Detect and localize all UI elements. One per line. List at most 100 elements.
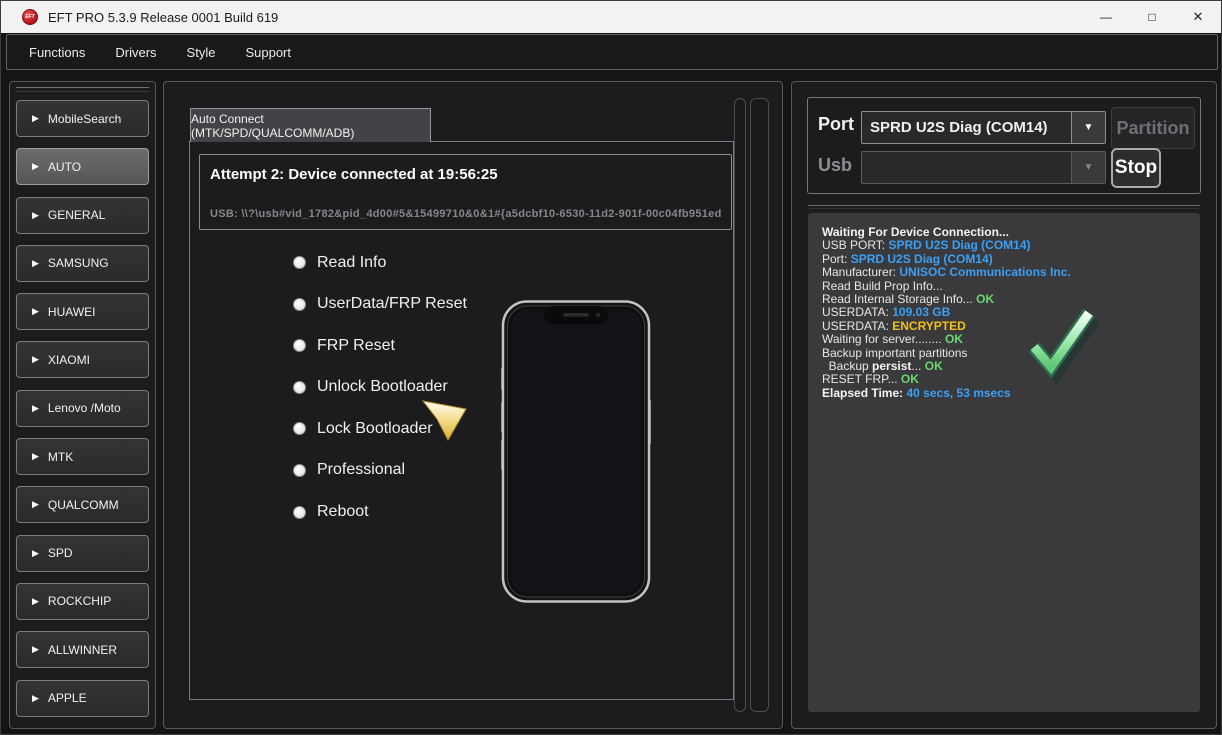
checkmark-icon: [1020, 300, 1102, 384]
log-segment: USB PORT:: [822, 238, 888, 252]
sidebar-item-qualcomm[interactable]: ▶QUALCOMM: [16, 486, 149, 523]
sidebar-item-mtk[interactable]: ▶MTK: [16, 438, 149, 475]
maximize-button[interactable]: □: [1129, 1, 1175, 33]
play-icon: ▶: [32, 403, 39, 414]
log-line: Backup important partitions: [822, 347, 1196, 360]
sidebar-item-apple[interactable]: ▶APPLE: [16, 680, 149, 717]
phone-illustration: [501, 300, 651, 603]
sidebar-list: ▶MobileSearch▶AUTO▶GENERAL▶SAMSUNG▶HUAWE…: [16, 100, 149, 717]
option-label: Unlock Bootloader: [317, 378, 448, 396]
stop-button[interactable]: Stop: [1111, 148, 1161, 188]
play-icon: ▶: [32, 693, 39, 704]
play-icon: ▶: [32, 644, 39, 655]
option-frp-reset[interactable]: FRP Reset: [293, 335, 467, 356]
log-segment: Port:: [822, 252, 851, 266]
attempt-status-text: Attempt 2: Device connected at 19:56:25: [200, 155, 731, 183]
panel-divider: [808, 205, 1200, 209]
log-segment: SPRD U2S Diag (COM14): [851, 252, 993, 266]
log-segment: 40 secs, 53 msecs: [906, 386, 1010, 400]
log-segment: Read Internal Storage Info...: [822, 292, 976, 306]
radio-icon[interactable]: [293, 464, 306, 477]
radio-icon[interactable]: [293, 422, 306, 435]
log-segment: OK: [945, 332, 963, 346]
sidebar-item-allwinner[interactable]: ▶ ALLWINNER: [16, 631, 149, 668]
sidebar-item-rockchip[interactable]: ▶ROCKCHIP: [16, 583, 149, 620]
radio-icon[interactable]: [293, 381, 306, 394]
log-segment: RESET FRP...: [822, 372, 901, 386]
log-segment: OK: [976, 292, 994, 306]
sidebar-item-label: ALLWINNER: [48, 643, 117, 657]
option-label: FRP Reset: [317, 337, 395, 355]
log-segment: SPRD U2S Diag (COM14): [888, 238, 1030, 252]
log-segment: Elapsed Time:: [822, 386, 906, 400]
sidebar-item-label: GENERAL: [48, 208, 105, 222]
connection-panel: Port SPRD U2S Diag (COM14) ▼ Partition U…: [791, 81, 1217, 729]
log-segment: Backup: [822, 359, 872, 373]
menu-item-functions[interactable]: Functions: [27, 41, 87, 64]
sidebar-item-label: SPD: [48, 546, 73, 560]
play-icon: ▶: [32, 113, 39, 124]
port-controls-box: Port SPRD U2S Diag (COM14) ▼ Partition U…: [807, 97, 1201, 194]
log-segment: Manufacturer:: [822, 265, 899, 279]
usb-device-path: USB: \\?\usb#vid_1782&pid_4d00#5&1549971…: [210, 208, 729, 220]
option-professional[interactable]: Professional: [293, 460, 467, 481]
log-segment: ENCRYPTED: [892, 319, 966, 333]
window-title: EFT PRO 5.3.9 Release 0001 Build 619: [48, 10, 278, 25]
play-icon: ▶: [32, 499, 39, 510]
log-segment: ...: [911, 359, 924, 373]
option-reboot[interactable]: Reboot: [293, 502, 467, 523]
sidebar-item-label: AUTO: [48, 160, 81, 174]
sidebar-item-label: MobileSearch: [48, 112, 121, 126]
option-unlock-bootloader[interactable]: Unlock Bootloader: [293, 377, 467, 398]
radio-icon[interactable]: [293, 506, 306, 519]
menu-bar: Functions Drivers Style Support: [6, 34, 1218, 70]
vertical-scrollbar[interactable]: [734, 98, 746, 712]
minimize-button[interactable]: —: [1083, 1, 1129, 33]
port-select[interactable]: SPRD U2S Diag (COM14) ▼: [861, 111, 1106, 144]
tab-auto-connect[interactable]: Auto Connect (MTK/SPD/QUALCOMM/ADB): [190, 108, 431, 142]
menu-item-support[interactable]: Support: [243, 41, 293, 64]
sidebar-item-auto[interactable]: ▶AUTO: [16, 148, 149, 185]
log-segment: Waiting for server........: [822, 332, 945, 346]
sidebar-item-lenovo-moto[interactable]: ▶Lenovo /Moto: [16, 390, 149, 427]
sidebar-item-xiaomi[interactable]: ▶XIAOMI: [16, 341, 149, 378]
close-button[interactable]: ✕: [1175, 1, 1221, 33]
radio-icon[interactable]: [293, 298, 306, 311]
sidebar-item-samsung[interactable]: ▶SAMSUNG: [16, 245, 149, 282]
usb-label: Usb: [818, 155, 852, 176]
cursor-arrow-icon: [422, 400, 467, 442]
option-userdata-frp-reset[interactable]: UserData/FRP Reset: [293, 294, 467, 315]
log-segment: USERDATA:: [822, 305, 892, 319]
sidebar-item-general[interactable]: ▶GENERAL: [16, 197, 149, 234]
log-segment: 109.03 GB: [892, 305, 950, 319]
menu-item-drivers[interactable]: Drivers: [113, 41, 158, 64]
partition-button[interactable]: Partition: [1111, 107, 1195, 149]
log-output: Waiting For Device Connection...USB PORT…: [808, 213, 1200, 712]
play-icon: ▶: [32, 258, 39, 269]
menu-item-style[interactable]: Style: [185, 41, 218, 64]
usb-select[interactable]: ▼: [861, 151, 1106, 184]
log-line: Backup persist... OK: [822, 360, 1196, 373]
vertical-scrollbar-outer[interactable]: [750, 98, 769, 712]
option-read-info[interactable]: Read Info: [293, 252, 467, 273]
radio-icon[interactable]: [293, 339, 306, 352]
log-line: USERDATA: ENCRYPTED: [822, 320, 1196, 333]
chevron-down-icon[interactable]: ▼: [1071, 152, 1105, 183]
operation-options: Read Info UserData/FRP Reset FRP Reset Unlo…: [293, 252, 467, 523]
close-icon: ✕: [1193, 9, 1204, 25]
sidebar-item-mobilesearch[interactable]: ▶ MobileSearch: [16, 100, 149, 137]
play-icon: ▶: [32, 451, 39, 462]
sidebar-item-spd[interactable]: ▶SPD: [16, 535, 149, 572]
log-line: RESET FRP... OK: [822, 373, 1196, 386]
log-line: Read Build Prop Info...: [822, 280, 1196, 293]
sidebar-item-huawei[interactable]: ▶HUAWEI: [16, 293, 149, 330]
titlebar: EFT EFT PRO 5.3.9 Release 0001 Build 619…: [1, 1, 1221, 33]
radio-icon[interactable]: [293, 256, 306, 269]
window-controls: — □ ✕: [1083, 1, 1221, 33]
sidebar-item-label: XIAOMI: [48, 353, 90, 367]
log-line: Manufacturer: UNISOC Communications Inc.: [822, 266, 1196, 279]
device-status-box: Attempt 2: Device connected at 19:56:25 …: [199, 154, 732, 230]
option-label: Professional: [317, 461, 405, 479]
main-panel: Auto Connect (MTK/SPD/QUALCOMM/ADB) Atte…: [163, 81, 783, 729]
chevron-down-icon[interactable]: ▼: [1071, 112, 1105, 143]
